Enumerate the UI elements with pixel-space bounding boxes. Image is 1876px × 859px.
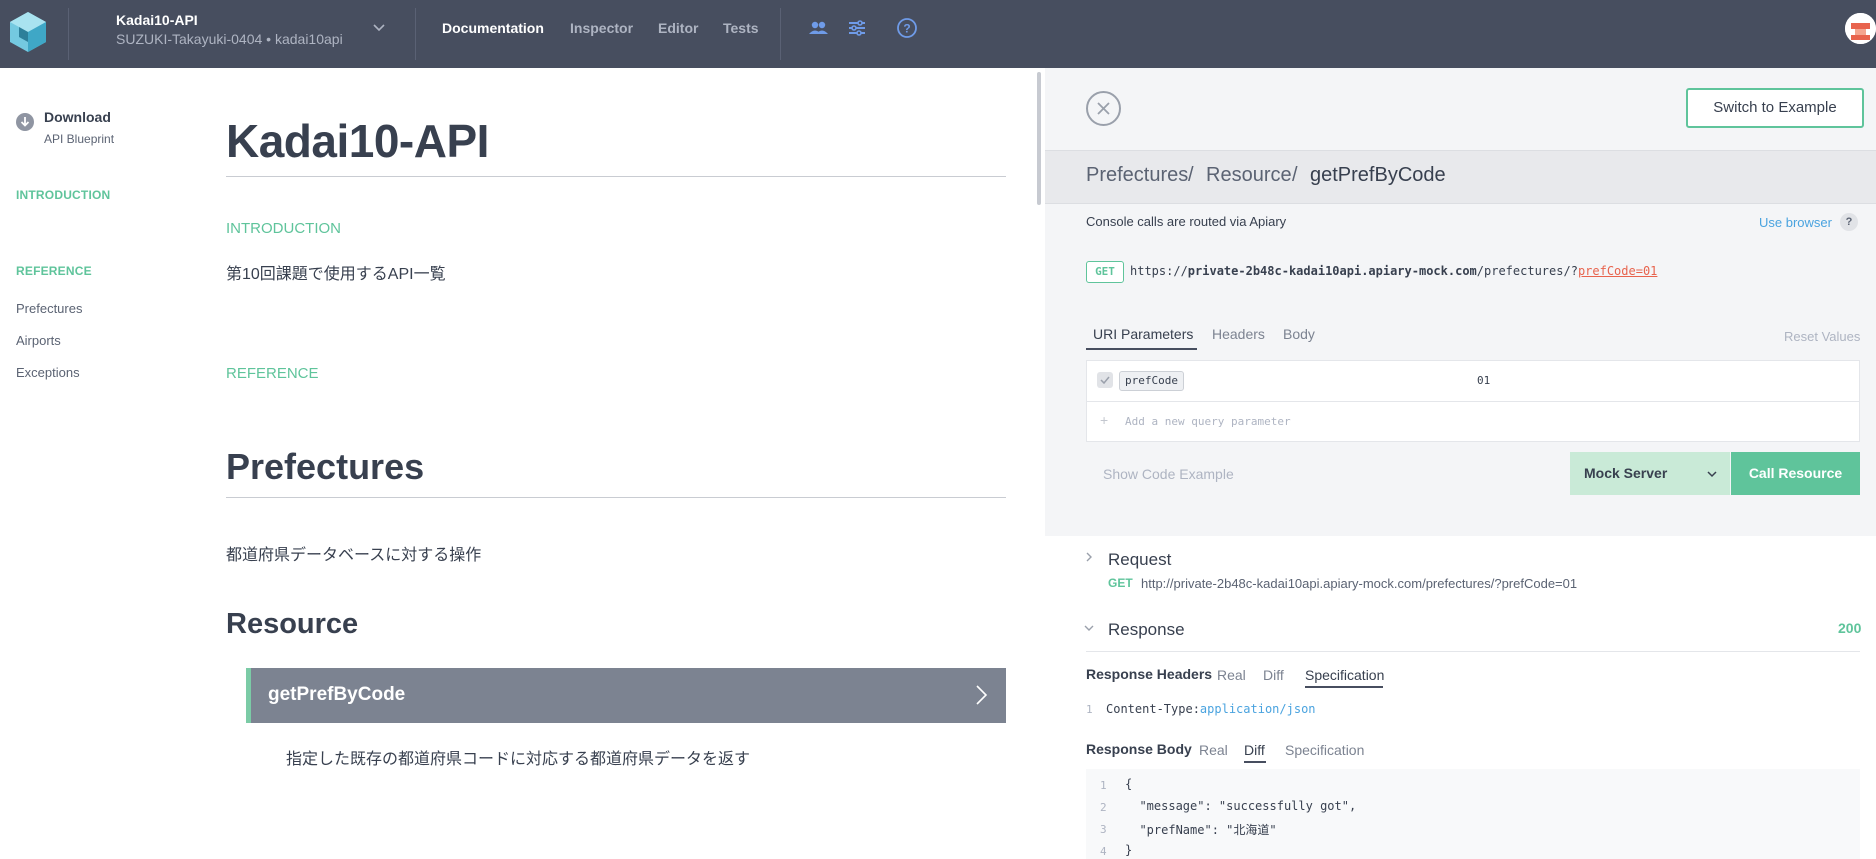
check-icon xyxy=(1100,376,1110,385)
divider xyxy=(226,176,1006,177)
divider xyxy=(780,8,781,60)
nav-tests[interactable]: Tests xyxy=(723,20,759,36)
group-title: Prefectures xyxy=(226,446,425,487)
nav-documentation[interactable]: Documentation xyxy=(442,20,544,36)
project-title[interactable]: Kadai10-API xyxy=(116,12,198,28)
page-title: Kadai10-API xyxy=(226,115,489,167)
response-headers-label: Response Headers xyxy=(1086,666,1213,682)
download-icon[interactable] xyxy=(16,113,34,131)
route-note: Console calls are routed via Apiary xyxy=(1086,214,1287,229)
divider xyxy=(1086,651,1860,652)
chevron-right-icon xyxy=(976,685,988,705)
tab-underline xyxy=(1244,761,1266,763)
scrollbar-thumb[interactable] xyxy=(1037,72,1041,205)
tab-body-real[interactable]: Real xyxy=(1199,742,1228,758)
code-line: } xyxy=(1125,843,1133,857)
server-select-value: Mock Server xyxy=(1584,465,1668,481)
team-icon[interactable] xyxy=(807,17,829,39)
nav-inspector[interactable]: Inspector xyxy=(570,20,633,36)
line-number: 3 xyxy=(1100,823,1107,836)
chevron-down-icon xyxy=(1707,471,1717,478)
line-number: 2 xyxy=(1100,801,1107,814)
param-name: prefCode xyxy=(1119,371,1184,391)
close-button[interactable] xyxy=(1086,91,1121,126)
response-body-label: Response Body xyxy=(1086,741,1192,757)
show-code-example-button[interactable]: Show Code Example xyxy=(1103,466,1234,482)
breadcrumb-prefectures[interactable]: Prefectures xyxy=(1086,164,1188,187)
tab-uri-parameters[interactable]: URI Parameters xyxy=(1093,326,1193,342)
top-bar: Kadai10-API SUZUKI-Takayuki-0404 • kadai… xyxy=(0,0,1876,68)
code-line: "prefName": "北海道" xyxy=(1125,823,1277,837)
sidebar-item-exceptions[interactable]: Exceptions xyxy=(16,365,80,380)
response-title[interactable]: Response xyxy=(1108,620,1185,640)
param-checkbox[interactable] xyxy=(1097,372,1113,388)
tab-body-specification[interactable]: Specification xyxy=(1285,742,1364,758)
tab-underline xyxy=(1086,348,1197,350)
request-full-url: http://private-2b48c-kadai10api.apiary-m… xyxy=(1141,576,1578,591)
section-label-introduction: INTRODUCTION xyxy=(226,220,341,237)
section-label-reference: REFERENCE xyxy=(226,365,319,382)
svg-text:?: ? xyxy=(903,22,910,36)
project-subtitle[interactable]: SUZUKI-Takayuki-0404 • kadai10api xyxy=(116,31,343,47)
intro-text: 第10回課題で使用するAPI一覧 xyxy=(226,266,446,283)
divider xyxy=(1086,401,1860,402)
help-icon[interactable]: ? xyxy=(896,17,918,39)
user-avatar-icon xyxy=(1845,13,1876,44)
resource-title: Resource xyxy=(226,608,359,640)
download-subtitle[interactable]: API Blueprint xyxy=(44,132,114,146)
tab-headers-diff[interactable]: Diff xyxy=(1263,667,1284,683)
action-name: getPrefByCode xyxy=(268,684,406,705)
sidebar-item-prefectures[interactable]: Prefectures xyxy=(16,301,82,316)
add-param-input[interactable]: Add a new query parameter xyxy=(1125,415,1291,428)
group-description: 都道府県データベースに対する操作 xyxy=(226,547,482,564)
nav-editor[interactable]: Editor xyxy=(658,20,698,36)
tab-headers-specification[interactable]: Specification xyxy=(1305,667,1384,683)
code-line: "message": "successfully got", xyxy=(1125,799,1357,813)
breadcrumb-resource[interactable]: Resource xyxy=(1206,164,1292,187)
request-method: GET xyxy=(1108,576,1133,590)
response-body-code xyxy=(1086,769,1860,859)
sidebar-item-reference[interactable]: REFERENCE xyxy=(16,264,92,278)
download-link[interactable]: Download xyxy=(44,109,111,125)
chevron-right-icon[interactable] xyxy=(1084,552,1094,562)
method-badge: GET xyxy=(1086,261,1124,283)
code-line: { xyxy=(1125,777,1133,791)
avatar[interactable] xyxy=(1845,13,1876,44)
line-number: 4 xyxy=(1100,845,1107,858)
close-icon xyxy=(1097,102,1110,115)
sidebar-item-introduction[interactable]: INTRODUCTION xyxy=(16,188,110,202)
line-number: 1 xyxy=(1086,703,1093,716)
tab-headers-real[interactable]: Real xyxy=(1217,667,1246,683)
request-url[interactable]: https://private-2b48c-kadai10api.apiary-… xyxy=(1130,264,1657,278)
divider xyxy=(415,8,416,60)
use-browser-link[interactable]: Use browser xyxy=(1759,215,1832,230)
breadcrumb-current: getPrefByCode xyxy=(1310,164,1446,186)
line-number: 1 xyxy=(1100,779,1107,792)
tab-headers[interactable]: Headers xyxy=(1212,326,1265,342)
tab-underline xyxy=(1305,686,1383,688)
settings-sliders-icon[interactable] xyxy=(846,17,868,39)
sidebar-item-airports[interactable]: Airports xyxy=(16,333,61,348)
divider xyxy=(226,497,1006,498)
switch-to-example-button[interactable]: Switch to Example xyxy=(1686,88,1864,128)
status-badge: 200 xyxy=(1838,620,1862,636)
action-getprefbycode[interactable]: getPrefByCode xyxy=(246,668,1006,723)
header-line: Content-Type:application/json xyxy=(1106,702,1316,716)
breadcrumb-separator: / xyxy=(1188,164,1194,186)
action-description: 指定した既存の都道府県コードに対応する都道府県データを返す xyxy=(286,751,751,768)
tab-body[interactable]: Body xyxy=(1283,326,1315,342)
apiary-logo-icon[interactable] xyxy=(8,10,48,54)
chevron-down-icon[interactable] xyxy=(372,20,386,34)
breadcrumb-separator: / xyxy=(1292,164,1298,186)
call-resource-button[interactable]: Call Resource xyxy=(1731,452,1860,495)
divider xyxy=(68,8,69,60)
chevron-down-icon[interactable] xyxy=(1084,623,1094,633)
param-value-input[interactable]: 01 xyxy=(1477,374,1490,387)
tab-body-diff[interactable]: Diff xyxy=(1244,742,1265,758)
reset-values-button[interactable]: Reset Values xyxy=(1784,329,1860,344)
plus-icon[interactable]: + xyxy=(1100,412,1108,428)
request-title[interactable]: Request xyxy=(1108,550,1171,570)
help-badge[interactable]: ? xyxy=(1840,213,1858,231)
